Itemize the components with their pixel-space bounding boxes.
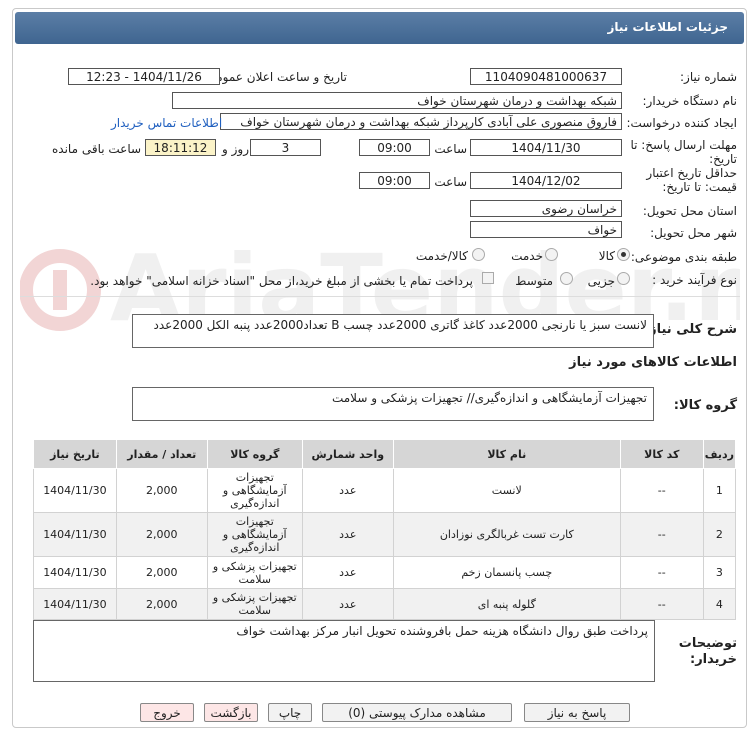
announce-value: 1404/11/26 - 12:23 [68, 68, 220, 85]
cell-date: 1404/11/30 [33, 588, 117, 620]
creator-label: ایجاد کننده درخواست: [626, 116, 737, 130]
category-radio-service[interactable] [545, 248, 558, 261]
cell-name: چسب پانسمان زخم [392, 556, 621, 589]
cell-unit: عدد [301, 556, 394, 589]
description-text: لانست سبز یا نارنجی 2000عدد کاغذ گاتری 2… [132, 314, 654, 348]
exit-button[interactable]: خروج [140, 703, 194, 722]
category-option-service: خدمت [511, 249, 543, 263]
announce-label: تاریخ و ساعت اعلان عمومی: [202, 70, 347, 84]
items-table: ردیف کد کالا نام کالا واحد شمارش گروه کا… [33, 439, 737, 620]
need-number-value: 1104090481000637 [470, 68, 622, 85]
goods-group-value: تجهیزات آزمایشگاهی و اندازه‌گیری// تجهیز… [132, 387, 654, 421]
description-label: شرح کلی نیاز: [643, 322, 737, 337]
cell-unit: عدد [301, 588, 394, 620]
buyer-label: نام دستگاه خریدار: [642, 94, 738, 108]
attachments-button[interactable]: مشاهده مدارک پیوستی (0) [322, 703, 512, 722]
days-label: روز و [222, 142, 249, 156]
category-radio-both[interactable] [472, 248, 485, 261]
days-remaining: 3 [250, 139, 321, 156]
col-qty: تعداد / مقدار [115, 439, 208, 469]
col-code: کد کالا [619, 439, 704, 469]
goods-group-label: گروه کالا: [673, 398, 737, 413]
category-label: طبقه بندی موضوعی: [630, 250, 737, 264]
province-value: خراسان رضوی [470, 200, 622, 217]
validity-time-label: ساعت [434, 175, 467, 189]
back-button[interactable]: بازگشت [204, 703, 258, 722]
category-option-goods: کالا [598, 249, 615, 263]
need-number-label: شماره نیاز: [680, 70, 737, 84]
table-row: 4 -- گلوله پنبه ای عدد تجهیزات پزشکی و س… [33, 588, 737, 620]
process-type-label: نوع فرآیند خرید : [652, 273, 737, 287]
validity-date: 1404/12/02 [470, 172, 622, 189]
cell-group: تجهیزات پزشکی و سلامت [206, 556, 303, 589]
cell-qty: 2,000 [115, 468, 208, 513]
cell-name: گلوله پنبه ای [392, 588, 621, 620]
validity-time: 09:00 [359, 172, 430, 189]
remaining-time-label: ساعت باقی مانده [52, 142, 142, 156]
notes-label: توضیحات [678, 636, 737, 651]
cell-group: تجهیزات آزمایشگاهی و اندازه‌گیری [206, 468, 303, 513]
col-row: ردیف [702, 439, 737, 469]
table-row: 2 -- کارت تست غربالگری نوزادان عدد تجهیز… [33, 512, 737, 557]
col-group: گروه کالا [206, 439, 303, 469]
print-button[interactable]: چاپ [268, 703, 312, 722]
city-label: شهر محل تحویل: [650, 226, 737, 240]
divider [20, 296, 740, 297]
cell-unit: عدد [301, 468, 394, 513]
table-row: 3 -- چسب پانسمان زخم عدد تجهیزات پزشکی و… [33, 556, 737, 589]
contact-buyer-link[interactable]: اطلاعات تماس خریدار [111, 116, 222, 130]
table-header-row: ردیف کد کالا نام کالا واحد شمارش گروه کا… [33, 439, 737, 469]
cell-name: کارت تست غربالگری نوزادان [392, 512, 621, 557]
reply-date: 1404/11/30 [470, 139, 622, 156]
cell-date: 1404/11/30 [33, 468, 117, 513]
goods-section-title: اطلاعات کالاهای مورد نیاز [569, 355, 737, 370]
cell-code: -- [619, 512, 704, 557]
cell-unit: عدد [301, 512, 394, 557]
remaining-time: 18:11:12 [145, 139, 216, 156]
cell-qty: 2,000 [115, 512, 208, 557]
cell-name: لانست [392, 468, 621, 513]
reply-deadline-label-2: تاریخ: [709, 152, 737, 166]
reply-time: 09:00 [359, 139, 430, 156]
validity-label-2: قیمت: تا تاریخ: [662, 180, 737, 194]
creator-value: فاروق منصوری علی آبادی کارپرداز شبکه بهد… [220, 113, 622, 130]
process-option-minor: جزیی [587, 274, 615, 288]
buyer-value: شبکه بهداشت و درمان شهرستان خواف [172, 92, 622, 109]
process-radio-medium[interactable] [560, 272, 573, 285]
treasury-checkbox[interactable] [482, 272, 494, 284]
col-unit: واحد شمارش [301, 439, 394, 469]
category-radio-goods[interactable] [617, 248, 630, 261]
province-label: استان محل تحویل: [642, 204, 737, 218]
cell-group: تجهیزات پزشکی و سلامت [206, 588, 303, 620]
city-value: خواف [470, 221, 622, 238]
cell-row: 1 [702, 468, 737, 513]
category-option-both: کالا/خدمت [415, 249, 468, 263]
process-radio-minor[interactable] [617, 272, 630, 285]
cell-date: 1404/11/30 [33, 512, 117, 557]
title-bar: جزئیات اطلاعات نیاز [15, 12, 744, 44]
cell-code: -- [619, 588, 704, 620]
cell-qty: 2,000 [115, 556, 208, 589]
cell-qty: 2,000 [115, 588, 208, 620]
cell-group: تجهیزات آزمایشگاهی و اندازه‌گیری [206, 512, 303, 557]
cell-row: 4 [702, 588, 737, 620]
treasury-payment-note: پرداخت تمام یا بخشی از مبلغ خرید،از محل … [90, 274, 473, 288]
notes-label-2: خریدار: [690, 652, 737, 667]
table-row: 1 -- لانست عدد تجهیزات آزمایشگاهی و اندا… [33, 468, 737, 513]
reply-deadline-label: مهلت ارسال پاسخ: تا [630, 138, 737, 152]
cell-row: 2 [702, 512, 737, 557]
notes-text: پرداخت طبق روال دانشگاه هزینه حمل بافروش… [33, 620, 655, 682]
cell-code: -- [619, 468, 704, 513]
reply-time-label: ساعت [434, 142, 467, 156]
cell-row: 3 [702, 556, 737, 589]
process-option-medium: متوسط [515, 274, 553, 288]
cell-code: -- [619, 556, 704, 589]
validity-label: حداقل تاریخ اعتبار [646, 166, 737, 180]
reply-button[interactable]: پاسخ به نیاز [524, 703, 630, 722]
cell-date: 1404/11/30 [33, 556, 117, 589]
col-name: نام کالا [392, 439, 621, 469]
col-date: تاریخ نیاز [33, 439, 117, 469]
page-title: جزئیات اطلاعات نیاز [607, 20, 728, 34]
